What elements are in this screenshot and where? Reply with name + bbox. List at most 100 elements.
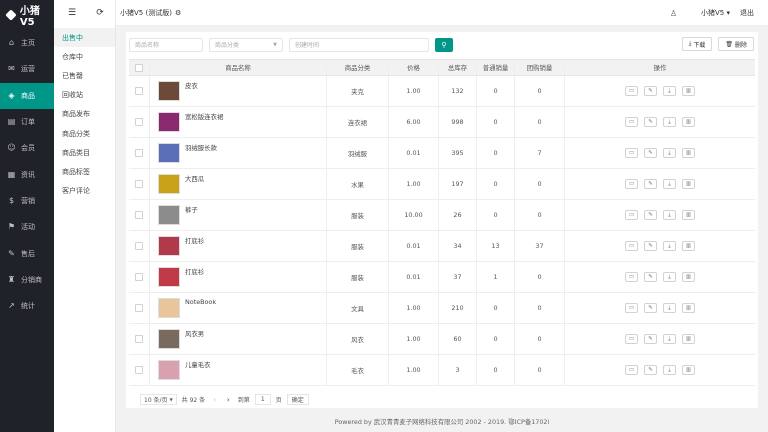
- subnav-item-5[interactable]: 商品分类: [54, 124, 115, 143]
- user-menu[interactable]: 小猪V5 ▾: [701, 8, 730, 18]
- edit-icon[interactable]: ✎: [644, 117, 657, 127]
- product-thumbnail[interactable]: [158, 81, 180, 101]
- product-name[interactable]: 风衣男: [185, 329, 204, 338]
- download-icon[interactable]: ⤓: [663, 303, 676, 313]
- product-name[interactable]: NoteBook: [185, 298, 216, 306]
- sidebar-item-5[interactable]: ▦ 资讯: [0, 161, 54, 187]
- edit-icon[interactable]: ✎: [644, 303, 657, 313]
- sidebar-item-2[interactable]: ◈ 商品: [0, 82, 54, 109]
- edit-icon[interactable]: ✎: [644, 272, 657, 282]
- row-checkbox[interactable]: [135, 366, 143, 374]
- trash-icon[interactable]: ▥: [682, 210, 695, 220]
- product-name[interactable]: 羽绒服长款: [185, 143, 217, 152]
- create-time-input[interactable]: 创建时间: [289, 37, 429, 52]
- row-checkbox[interactable]: [135, 180, 143, 188]
- product-name-input[interactable]: 商品名称: [129, 37, 203, 52]
- download-icon[interactable]: ⤓: [663, 117, 676, 127]
- logout-link[interactable]: 退出: [740, 8, 754, 18]
- row-checkbox[interactable]: [135, 273, 143, 281]
- confirm-page-button[interactable]: 确定: [286, 394, 309, 405]
- prev-page-icon[interactable]: ‹: [210, 396, 219, 404]
- menu-collapse-icon[interactable]: ☰: [68, 8, 76, 18]
- subnav-item-7[interactable]: 商品标签: [54, 162, 115, 181]
- product-thumbnail[interactable]: [158, 329, 180, 349]
- preview-icon[interactable]: ▭: [625, 272, 638, 282]
- product-thumbnail[interactable]: [158, 205, 180, 225]
- page-size-select[interactable]: 10 条/页 ▼: [140, 394, 177, 405]
- preview-icon[interactable]: ▭: [625, 179, 638, 189]
- edit-icon[interactable]: ✎: [644, 241, 657, 251]
- product-thumbnail[interactable]: [158, 174, 180, 194]
- row-checkbox[interactable]: [135, 149, 143, 157]
- subnav-item-0[interactable]: 出售中: [54, 28, 115, 48]
- subnav-item-8[interactable]: 客户评论: [54, 182, 115, 201]
- row-checkbox[interactable]: [135, 242, 143, 250]
- download-icon[interactable]: ⤓: [663, 365, 676, 375]
- trash-icon[interactable]: ▥: [682, 179, 695, 189]
- notification-icon[interactable]: ♙: [670, 9, 677, 18]
- product-name[interactable]: 打底衫: [185, 236, 204, 245]
- product-thumbnail[interactable]: [158, 143, 180, 163]
- product-thumbnail[interactable]: [158, 267, 180, 287]
- preview-icon[interactable]: ▭: [625, 117, 638, 127]
- trash-icon[interactable]: ▥: [682, 365, 695, 375]
- row-checkbox[interactable]: [135, 118, 143, 126]
- download-icon[interactable]: ⤓: [663, 148, 676, 158]
- brand-logo[interactable]: 小猪V5: [0, 0, 54, 30]
- sidebar-item-7[interactable]: ⚑ 活动: [0, 214, 54, 240]
- preview-icon[interactable]: ▭: [625, 303, 638, 313]
- trash-icon[interactable]: ▥: [682, 303, 695, 313]
- category-select[interactable]: 商品分类 ▼: [209, 37, 283, 52]
- subnav-item-6[interactable]: 商品类目: [54, 143, 115, 162]
- download-icon[interactable]: ⤓: [663, 334, 676, 344]
- product-name[interactable]: 裤子: [185, 205, 198, 214]
- page-title[interactable]: 小猪V5 (测试版) ⚙: [120, 8, 181, 18]
- select-all-checkbox[interactable]: [135, 63, 143, 72]
- preview-icon[interactable]: ▭: [625, 210, 638, 220]
- edit-icon[interactable]: ✎: [644, 86, 657, 96]
- subnav-item-3[interactable]: 回收站: [54, 86, 115, 105]
- sidebar-item-1[interactable]: ✉ 运营: [0, 56, 54, 82]
- product-thumbnail[interactable]: [158, 360, 180, 380]
- download-icon[interactable]: ⤓: [663, 86, 676, 96]
- delete-button[interactable]: 🗑 删除: [718, 37, 754, 51]
- edit-icon[interactable]: ✎: [644, 365, 657, 375]
- product-name[interactable]: 皮衣: [185, 81, 198, 90]
- preview-icon[interactable]: ▭: [625, 148, 638, 158]
- trash-icon[interactable]: ▥: [682, 148, 695, 158]
- download-button[interactable]: ⤓ 下载: [681, 37, 713, 51]
- download-icon[interactable]: ⤓: [663, 241, 676, 251]
- sidebar-item-8[interactable]: ✎ 售后: [0, 240, 54, 266]
- gear-icon[interactable]: ⚙: [175, 9, 181, 17]
- preview-icon[interactable]: ▭: [625, 241, 638, 251]
- product-name[interactable]: 打底衫: [185, 267, 204, 276]
- sidebar-item-6[interactable]: $ 营销: [0, 188, 54, 214]
- edit-icon[interactable]: ✎: [644, 148, 657, 158]
- sidebar-item-9[interactable]: ♜ 分销商: [0, 267, 54, 293]
- trash-icon[interactable]: ▥: [682, 334, 695, 344]
- next-page-icon[interactable]: ›: [224, 396, 233, 404]
- trash-icon[interactable]: ▥: [682, 117, 695, 127]
- subnav-item-4[interactable]: 商品发布: [54, 105, 115, 124]
- product-thumbnail[interactable]: [158, 236, 180, 256]
- preview-icon[interactable]: ▭: [625, 334, 638, 344]
- search-button[interactable]: ⚲: [435, 37, 453, 52]
- sidebar-item-3[interactable]: ▤ 订单: [0, 109, 54, 135]
- row-checkbox[interactable]: [135, 335, 143, 343]
- edit-icon[interactable]: ✎: [644, 179, 657, 189]
- preview-icon[interactable]: ▭: [625, 86, 638, 96]
- preview-icon[interactable]: ▭: [625, 365, 638, 375]
- trash-icon[interactable]: ▥: [682, 241, 695, 251]
- subnav-item-1[interactable]: 仓库中: [54, 47, 115, 66]
- edit-icon[interactable]: ✎: [644, 334, 657, 344]
- sidebar-item-10[interactable]: ↗ 统计: [0, 293, 54, 319]
- download-icon[interactable]: ⤓: [663, 179, 676, 189]
- sidebar-item-4[interactable]: ☺ 会员: [0, 135, 54, 161]
- subnav-item-2[interactable]: 已售罄: [54, 66, 115, 85]
- product-thumbnail[interactable]: [158, 298, 180, 318]
- product-name[interactable]: 儿童毛衣: [185, 360, 211, 369]
- sidebar-item-0[interactable]: ⌂ 主页: [0, 30, 54, 56]
- download-icon[interactable]: ⤓: [663, 210, 676, 220]
- edit-icon[interactable]: ✎: [644, 210, 657, 220]
- row-checkbox[interactable]: [135, 304, 143, 312]
